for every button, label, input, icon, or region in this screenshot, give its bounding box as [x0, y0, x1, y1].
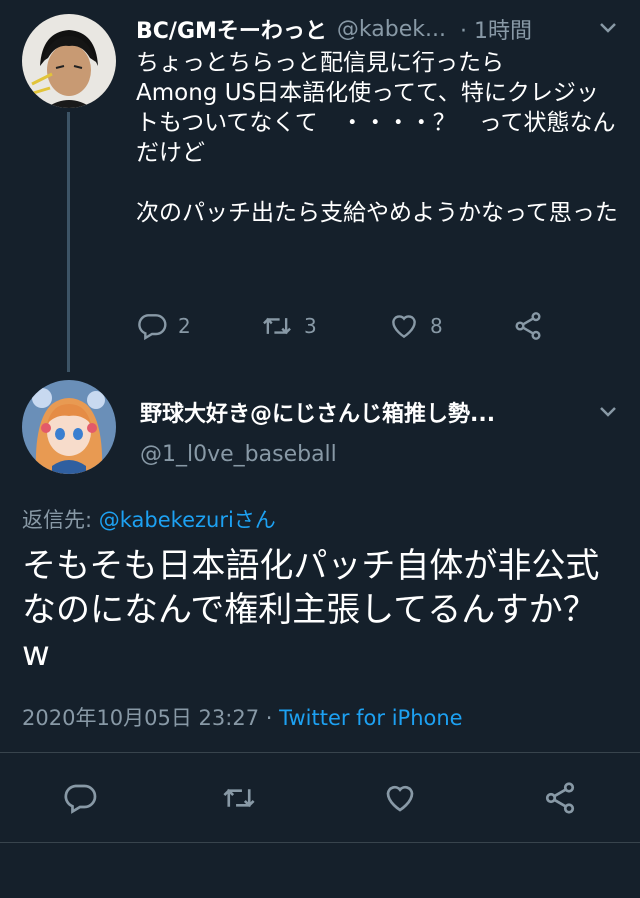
parent-reply-count: 2 [178, 314, 191, 338]
main-like-button[interactable] [382, 780, 418, 820]
main-display-name[interactable]: 野球大好き@にじさんじ箱推し勢... [140, 396, 495, 428]
parent-actions: 2 3 8 [136, 310, 616, 344]
parent-display-name[interactable]: BC/GMそーわっと [136, 13, 327, 45]
main-retweet-button[interactable] [220, 780, 258, 820]
divider-bottom [0, 842, 640, 843]
retweet-icon [223, 788, 255, 808]
main-avatar[interactable] [22, 380, 116, 474]
retweet-icon [263, 317, 291, 335]
reply-icon [64, 784, 97, 814]
parent-more-icon[interactable] [596, 16, 620, 40]
main-share-button[interactable] [542, 780, 578, 820]
thread-connector [67, 112, 70, 372]
reply-to-label: 返信先: [22, 508, 99, 532]
heart-icon [386, 785, 414, 812]
main-more-icon[interactable] [596, 400, 620, 424]
share-icon [515, 312, 541, 340]
share-icon [545, 782, 575, 814]
main-handle[interactable]: @1_l0ve_baseball [140, 442, 337, 467]
parent-time: · 1時間 [459, 19, 532, 44]
parent-retweet-button[interactable]: 3 [260, 310, 317, 342]
main-actions [0, 780, 640, 820]
parent-header: BC/GMそーわっと @kabek... · 1時間 [136, 13, 626, 45]
heart-icon [392, 315, 416, 339]
parent-handle[interactable]: @kabek... [337, 17, 446, 42]
parent-tweet-text: ちょっとちらっと配信見に行ったら Among US日本語化使ってて、特にクレジッ… [136, 50, 618, 226]
reply-icon [138, 314, 167, 341]
main-timestamp: 2020年10月05日 23:27 · [22, 706, 280, 730]
reply-to-line: 返信先: @kabekezuriさん [22, 504, 276, 534]
parent-retweet-count: 3 [304, 314, 317, 338]
main-tweet-meta: 2020年10月05日 23:27 · Twitter for iPhone [22, 702, 463, 732]
parent-like-button[interactable]: 8 [388, 310, 443, 342]
divider-top [0, 752, 640, 753]
reply-to-link[interactable]: @kabekezuriさん [99, 508, 276, 532]
parent-avatar[interactable] [22, 14, 116, 108]
main-source-link[interactable]: Twitter for iPhone [279, 706, 463, 730]
main-tweet-text: そもそも日本語化パッチ自体が非公式なのになんで権利主張してるんすか？w [22, 546, 600, 674]
parent-like-count: 8 [430, 314, 443, 338]
main-reply-button[interactable] [62, 780, 98, 820]
parent-share-button[interactable] [512, 310, 544, 342]
parent-reply-button[interactable]: 2 [136, 310, 191, 342]
